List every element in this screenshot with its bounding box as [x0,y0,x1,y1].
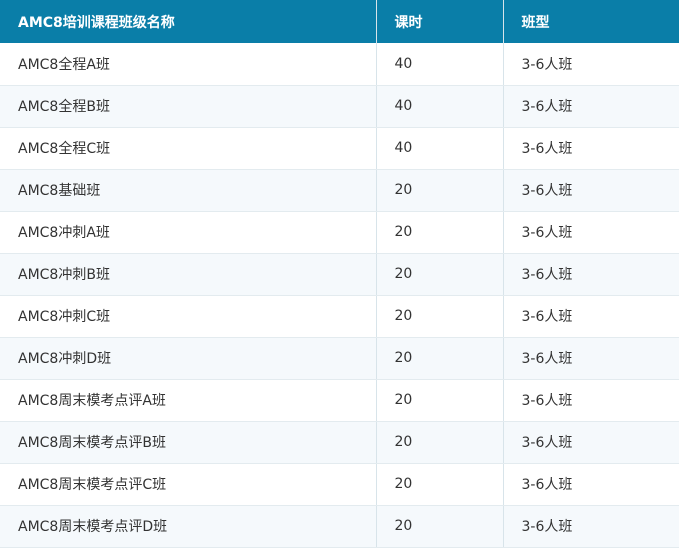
cell-hours: 20 [376,463,504,506]
header-course-name: AMC8培训课程班级名称 [0,0,377,43]
cell-course-name: AMC8全程C班 [0,127,377,170]
cell-hours: 40 [376,127,504,170]
cell-hours: 20 [376,253,504,296]
table-row: AMC8冲刺A班 20 3-6人班 [0,211,679,254]
cell-hours: 20 [376,295,504,338]
cell-class-type: 3-6人班 [503,43,679,86]
table-row: AMC8基础班 20 3-6人班 [0,169,679,212]
table-header-row: AMC8培训课程班级名称 课时 班型 [0,0,679,43]
cell-course-name: AMC8冲刺C班 [0,295,377,338]
cell-class-type: 3-6人班 [503,505,679,548]
table-row: AMC8冲刺B班 20 3-6人班 [0,253,679,296]
cell-course-name: AMC8周末模考点评A班 [0,379,377,422]
table-row: AMC8全程A班 40 3-6人班 [0,43,679,86]
cell-course-name: AMC8全程A班 [0,43,377,86]
cell-class-type: 3-6人班 [503,85,679,128]
cell-class-type: 3-6人班 [503,211,679,254]
cell-class-type: 3-6人班 [503,295,679,338]
cell-hours: 20 [376,169,504,212]
header-class-type: 班型 [503,0,679,43]
table-row: AMC8冲刺D班 20 3-6人班 [0,337,679,380]
header-hours: 课时 [376,0,504,43]
table-row: AMC8全程C班 40 3-6人班 [0,127,679,170]
table-row: AMC8周末模考点评D班 20 3-6人班 [0,505,679,548]
cell-hours: 20 [376,421,504,464]
cell-class-type: 3-6人班 [503,127,679,170]
cell-course-name: AMC8周末模考点评C班 [0,463,377,506]
table-row: AMC8冲刺C班 20 3-6人班 [0,295,679,338]
cell-hours: 40 [376,85,504,128]
cell-course-name: AMC8周末模考点评D班 [0,505,377,548]
table-row: AMC8周末模考点评A班 20 3-6人班 [0,379,679,422]
cell-course-name: AMC8全程B班 [0,85,377,128]
cell-hours: 20 [376,505,504,548]
cell-class-type: 3-6人班 [503,253,679,296]
cell-class-type: 3-6人班 [503,337,679,380]
cell-hours: 20 [376,211,504,254]
cell-course-name: AMC8冲刺A班 [0,211,377,254]
cell-hours: 20 [376,337,504,380]
cell-course-name: AMC8基础班 [0,169,377,212]
course-table-container: AMC8培训课程班级名称 课时 班型 AMC8全程A班 40 3-6人班 AMC… [0,0,679,549]
cell-hours: 40 [376,43,504,86]
table-row: AMC8周末模考点评B班 20 3-6人班 [0,421,679,464]
cell-class-type: 3-6人班 [503,169,679,212]
cell-course-name: AMC8冲刺B班 [0,253,377,296]
table-body: AMC8全程A班 40 3-6人班 AMC8全程B班 40 3-6人班 AMC8… [0,43,679,548]
cell-course-name: AMC8周末模考点评B班 [0,421,377,464]
table-row: AMC8周末模考点评C班 20 3-6人班 [0,463,679,506]
cell-hours: 20 [376,379,504,422]
cell-class-type: 3-6人班 [503,463,679,506]
table-row: AMC8全程B班 40 3-6人班 [0,85,679,128]
cell-course-name: AMC8冲刺D班 [0,337,377,380]
course-table: AMC8培训课程班级名称 课时 班型 AMC8全程A班 40 3-6人班 AMC… [0,0,679,548]
cell-class-type: 3-6人班 [503,421,679,464]
cell-class-type: 3-6人班 [503,379,679,422]
